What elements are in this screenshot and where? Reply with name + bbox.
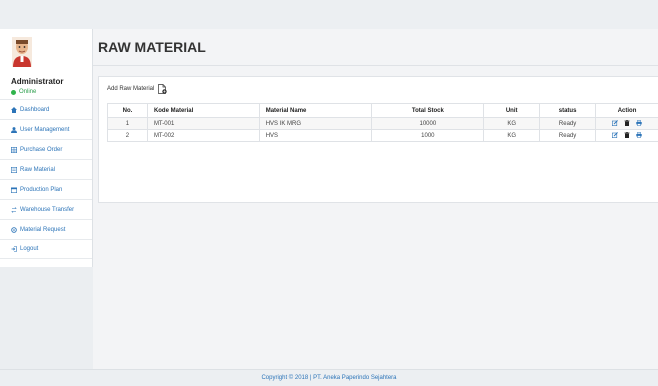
title-divider xyxy=(93,65,658,66)
cell-status: Ready xyxy=(539,117,597,130)
sidebar-item-raw-material[interactable]: Raw Material xyxy=(0,159,92,179)
col-header-no: No. xyxy=(107,103,148,118)
add-raw-material-label: Add Raw Material xyxy=(107,86,155,92)
copyright-text: Copyright © 2018 | PT. Aneka Paperindo S… xyxy=(261,375,397,381)
col-header-action: Action xyxy=(595,103,658,118)
cell-total-stock: 1000 xyxy=(371,129,485,142)
delete-icon[interactable] xyxy=(624,120,630,127)
footer: Copyright © 2018 | PT. Aneka Paperindo S… xyxy=(0,369,658,386)
cell-material-name: HVS IK MRG xyxy=(258,117,373,130)
user-status-label: Online xyxy=(19,89,37,95)
avatar xyxy=(12,37,32,67)
cell-status: Ready xyxy=(539,129,597,142)
add-raw-material-row: Add Raw Material xyxy=(107,84,168,94)
delete-icon[interactable] xyxy=(624,132,630,139)
add-file-icon[interactable] xyxy=(158,84,168,94)
edit-icon[interactable] xyxy=(612,120,619,127)
raw-material-table: No. Kode Material Material Name Total St… xyxy=(107,103,658,142)
cell-action xyxy=(595,117,658,130)
sidebar-item-label: Purchase Order xyxy=(20,146,63,153)
cell-no: 2 xyxy=(107,129,148,142)
sidebar-item-label: User Management xyxy=(20,126,70,133)
sidebar-menu: Dashboard User Management Purchase Order… xyxy=(0,99,92,259)
sidebar: Administrator Online Dashboard User Mana… xyxy=(0,29,93,267)
table-icon xyxy=(11,146,17,153)
main-content: RAW MATERIAL Add Raw Material No. Kode M… xyxy=(93,29,658,369)
sidebar-item-label: Material Request xyxy=(20,226,66,233)
transfer-icon xyxy=(11,206,17,213)
sidebar-item-label: Warehouse Transfer xyxy=(20,206,75,213)
sidebar-item-user-management[interactable]: User Management xyxy=(0,119,92,139)
gear-icon xyxy=(11,226,17,233)
cell-no: 1 xyxy=(107,117,148,130)
col-header-status: status xyxy=(539,103,597,118)
user-status: Online xyxy=(0,89,92,95)
cell-action xyxy=(595,129,658,142)
print-icon[interactable] xyxy=(635,132,642,139)
edit-icon[interactable] xyxy=(612,132,619,139)
sidebar-item-purchase-order[interactable]: Purchase Order xyxy=(0,139,92,159)
user-icon xyxy=(11,126,17,133)
raw-material-panel: Add Raw Material No. Kode Material Mater… xyxy=(98,76,658,203)
sidebar-item-label: Raw Material xyxy=(20,166,56,173)
cell-unit: KG xyxy=(483,117,541,130)
table-row: 1 MT-001 HVS IK MRG 10000 KG Ready xyxy=(107,117,658,130)
online-status-icon xyxy=(11,89,16,95)
top-navbar xyxy=(0,0,658,29)
cell-kode-material: MT-002 xyxy=(146,129,260,142)
sidebar-item-label: Production Plan xyxy=(20,186,63,193)
sidebar-item-production-plan[interactable]: Production Plan xyxy=(0,179,92,199)
cell-kode-material: MT-001 xyxy=(146,117,260,130)
sidebar-item-warehouse-transfer[interactable]: Warehouse Transfer xyxy=(0,199,92,219)
col-header-material-name: Material Name xyxy=(258,103,373,118)
cell-unit: KG xyxy=(483,129,541,142)
col-header-unit: Unit xyxy=(483,103,541,118)
table-row: 2 MT-002 HVS 1000 KG Ready xyxy=(107,129,658,142)
table-header-row: No. Kode Material Material Name Total St… xyxy=(107,103,658,118)
cell-material-name: HVS xyxy=(258,129,373,142)
sidebar-item-label: Logout xyxy=(20,246,39,252)
cell-total-stock: 10000 xyxy=(371,117,485,130)
sidebar-item-material-request[interactable]: Material Request xyxy=(0,219,92,239)
col-header-total-stock: Total Stock xyxy=(371,103,485,118)
list-icon xyxy=(11,166,17,173)
col-header-kode-material: Kode Material xyxy=(146,103,260,118)
user-name: Administrator xyxy=(11,77,64,86)
print-icon[interactable] xyxy=(635,120,642,127)
logout-icon xyxy=(11,246,17,252)
calendar-icon xyxy=(11,187,17,193)
sidebar-item-label: Dashboard xyxy=(20,106,50,113)
sidebar-item-logout[interactable]: Logout xyxy=(0,239,92,259)
avatar-area xyxy=(0,29,93,75)
page-title: RAW MATERIAL xyxy=(98,39,206,55)
sidebar-item-dashboard[interactable]: Dashboard xyxy=(0,99,92,119)
home-icon xyxy=(11,106,17,113)
